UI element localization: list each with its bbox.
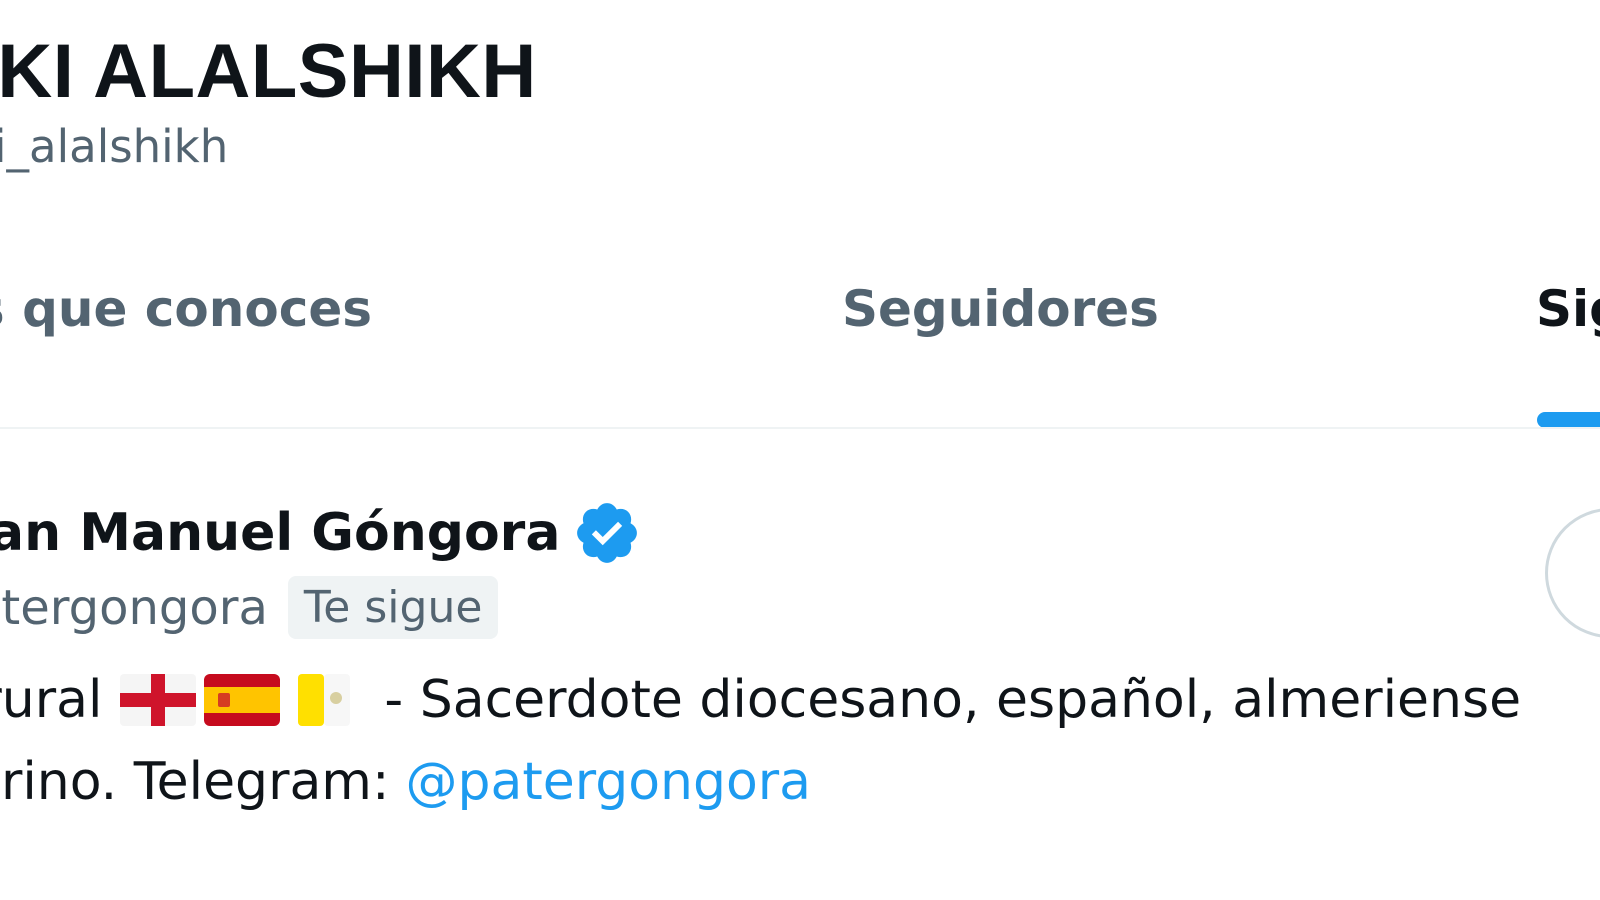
- tab-followers-you-know[interactable]: ores que conoces: [0, 280, 372, 338]
- active-tab-indicator: [1537, 412, 1600, 428]
- bio-text-suffix: - Sacerdote diocesano, español, almerien…: [384, 670, 1522, 730]
- follows-you-badge: Te sigue: [287, 576, 499, 639]
- bio-line-2: urino. Telegram: @patergongora: [0, 752, 811, 812]
- user-name-row[interactable]: uan Manuel Góngora: [0, 498, 642, 568]
- spain-flag-icon: [204, 674, 281, 726]
- profile-name: RKI ALALSHIKH: [0, 29, 537, 114]
- tab-following[interactable]: Sig: [1536, 280, 1600, 338]
- user-display-name[interactable]: uan Manuel Góngora: [0, 503, 560, 563]
- england-flag-icon: [120, 674, 197, 726]
- app-viewport: RKI ALALSHIKH ki_alalshikh ores que cono…: [0, 0, 1600, 900]
- following-button[interactable]: [1545, 508, 1600, 638]
- verified-badge-icon: [572, 498, 642, 568]
- user-handle-row: atergongora Te sigue: [0, 576, 499, 639]
- profile-handle: ki_alalshikh: [0, 120, 229, 173]
- vatican-flag-icon: [298, 674, 351, 726]
- telegram-mention-link[interactable]: @patergongora: [405, 752, 811, 812]
- tabs-divider: [0, 427, 1600, 429]
- user-handle[interactable]: atergongora: [0, 580, 268, 636]
- tab-followers[interactable]: Seguidores: [842, 280, 1159, 338]
- bio-text-prefix: a rural: [0, 670, 103, 730]
- bio-text-line2: urino. Telegram:: [0, 752, 390, 812]
- bio-line-1: a rural - Sacerdote diocesano, español, …: [0, 670, 1521, 730]
